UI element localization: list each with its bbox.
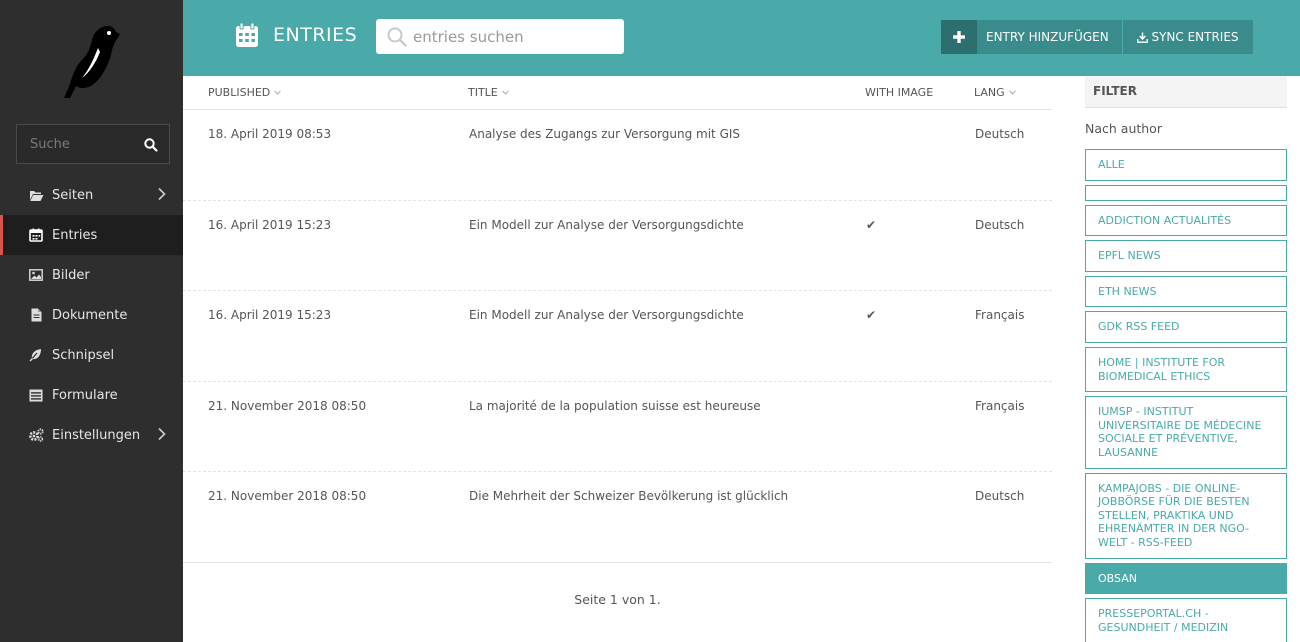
sort-caret-icon xyxy=(501,90,509,95)
published-cell: 16. April 2019 15:23 xyxy=(208,217,332,232)
published-cell: 18. April 2019 08:53 xyxy=(208,127,332,141)
filter-option-kampajobs[interactable]: KAMPAJOBS - DIE ONLINE-JOBBÖRSE FÜR DIE … xyxy=(1085,472,1287,559)
lang-cell: Deutsch xyxy=(975,127,1025,141)
menu-item-entries[interactable]: Entries xyxy=(0,215,183,255)
title-link[interactable]: Ein Modell zur Analyse der Versorgungsdi… xyxy=(469,308,744,322)
plus-icon xyxy=(941,20,977,54)
with-image-cell: ✔ xyxy=(866,217,877,232)
chevron-right-icon xyxy=(158,187,166,201)
calendar-icon xyxy=(28,227,44,243)
main-menu: Seiten Entries Bilder Dokumente Schnipse… xyxy=(0,175,183,455)
sidebar-search-input[interactable] xyxy=(17,125,137,163)
add-entry-label: ENTRY HINZUFÜGEN xyxy=(986,30,1109,44)
column-lang[interactable]: LANG xyxy=(974,86,1016,99)
menu-item-einstellungen[interactable]: Einstellungen xyxy=(0,415,183,455)
menu-item-label: Entries xyxy=(52,227,98,243)
download-icon xyxy=(1137,32,1149,43)
published-cell: 16. April 2019 15:23 xyxy=(208,308,332,322)
page-title: ENTRIES xyxy=(235,22,357,48)
filter-subheading: Nach author xyxy=(1085,121,1162,136)
chevron-right-icon xyxy=(158,427,166,441)
filter-option-biomedical-ethics[interactable]: HOME | INSTITUTE FOR BIOMEDICAL ETHICS xyxy=(1085,346,1287,393)
entries-search-input[interactable] xyxy=(413,19,618,54)
menu-item-label: Einstellungen xyxy=(52,427,141,443)
table-header: PUBLISHED TITLE WITH IMAGE LANG xyxy=(183,76,1052,110)
menu-item-label: Schnipsel xyxy=(52,347,115,363)
filter-option-eth-news[interactable]: ETH NEWS xyxy=(1085,275,1287,308)
menu-item-bilder[interactable]: Bilder xyxy=(0,255,183,295)
list-form-icon xyxy=(28,387,44,403)
table-row[interactable]: 21. November 2018 08:50 Die Mehrheit der… xyxy=(183,472,1052,563)
entries-search xyxy=(376,19,624,54)
column-published[interactable]: PUBLISHED xyxy=(208,86,282,99)
title-link[interactable]: La majorité de la population suisse est … xyxy=(469,399,761,413)
sync-entries-label: SYNC ENTRIES xyxy=(1151,30,1239,44)
filter-option-empty[interactable] xyxy=(1085,184,1287,201)
lang-cell: Français xyxy=(975,308,1025,322)
column-label: TITLE xyxy=(468,86,498,99)
entries-table: PUBLISHED TITLE WITH IMAGE LANG 18. Apri… xyxy=(183,76,1052,563)
filter-panel: FILTER Nach author ALLE ADDICTION ACTUAL… xyxy=(1085,76,1287,642)
cogs-icon xyxy=(28,427,44,443)
pagination-text: Seite 1 von 1. xyxy=(574,592,661,607)
lang-cell: Français xyxy=(975,398,1025,413)
filter-option-gdk-rss-feed[interactable]: GDK RSS FEED xyxy=(1085,311,1287,343)
table-row[interactable]: 18. April 2019 08:53 Analyse des Zugangs… xyxy=(183,110,1052,201)
filter-option-iumsp[interactable]: IUMSP - INSTITUT UNIVERSITAIRE DE MÉDECI… xyxy=(1085,396,1287,469)
title-link[interactable]: Analyse des Zugangs zur Versorgung mit G… xyxy=(469,127,740,141)
add-entry-button[interactable]: ENTRY HINZUFÜGEN xyxy=(941,20,1122,54)
search-icon[interactable] xyxy=(143,137,159,153)
title-link[interactable]: Ein Modell zur Analyse der Versorgungsdi… xyxy=(469,218,744,232)
sync-entries-button[interactable]: SYNC ENTRIES xyxy=(1123,20,1253,54)
column-label: PUBLISHED xyxy=(208,86,271,99)
folder-open-icon xyxy=(28,187,44,203)
lang-cell: Deutsch xyxy=(975,217,1025,232)
filter-option-presseportal[interactable]: PRESSEPORTAL.CH - GESUNDHEIT / MEDIZIN xyxy=(1085,598,1287,642)
filter-option-alle[interactable]: ALLE xyxy=(1085,149,1287,181)
table-row[interactable]: 16. April 2019 15:23 Ein Modell zur Anal… xyxy=(183,201,1052,291)
menu-item-formulare[interactable]: Formulare xyxy=(0,375,183,415)
column-title[interactable]: TITLE xyxy=(468,86,509,99)
filter-heading: FILTER xyxy=(1085,76,1287,108)
column-label: WITH IMAGE xyxy=(865,86,934,99)
page-title-text: ENTRIES xyxy=(273,24,358,46)
document-icon xyxy=(28,307,44,323)
lang-cell: Deutsch xyxy=(975,489,1025,503)
published-cell: 21. November 2018 08:50 xyxy=(208,489,367,503)
sidebar-search xyxy=(16,124,170,164)
table-row[interactable]: 16. April 2019 15:23 Ein Modell zur Anal… xyxy=(183,291,1052,382)
menu-item-label: Bilder xyxy=(52,267,90,283)
wagtail-bird-logo[interactable] xyxy=(60,24,122,100)
image-icon xyxy=(28,267,44,283)
menu-item-label: Dokumente xyxy=(52,307,128,323)
table-row[interactable]: 21. November 2018 08:50 La majorité de l… xyxy=(183,382,1052,472)
filter-option-obsan[interactable]: OBSAN xyxy=(1085,562,1287,595)
sidebar: Seiten Entries Bilder Dokumente Schni xyxy=(0,0,183,642)
filter-option-epfl-news[interactable]: EPFL NEWS xyxy=(1085,240,1287,272)
leaf-icon xyxy=(28,347,44,363)
menu-item-label: Seiten xyxy=(52,187,94,203)
menu-item-dokumente[interactable]: Dokumente xyxy=(0,295,183,335)
with-image-cell: ✔ xyxy=(866,308,877,322)
search-icon xyxy=(387,27,407,47)
published-cell: 21. November 2018 08:50 xyxy=(208,398,367,413)
column-with-image: WITH IMAGE xyxy=(865,86,933,99)
menu-item-label: Formulare xyxy=(52,387,118,403)
title-link[interactable]: Die Mehrheit der Schweizer Bevölkerung i… xyxy=(469,489,788,503)
menu-item-schnipsel[interactable]: Schnipsel xyxy=(0,335,183,375)
page-header: ENTRIES ENTRY HINZUFÜGEN SYNC ENTRIES xyxy=(183,0,1300,76)
menu-item-seiten[interactable]: Seiten xyxy=(0,175,183,215)
column-label: LANG xyxy=(974,86,1005,99)
sort-caret-icon xyxy=(274,90,282,95)
filter-option-addiction-actualites[interactable]: ADDICTION ACTUALITÉS xyxy=(1085,204,1287,237)
calendar-icon xyxy=(236,22,258,47)
sort-caret-icon xyxy=(1008,90,1016,95)
